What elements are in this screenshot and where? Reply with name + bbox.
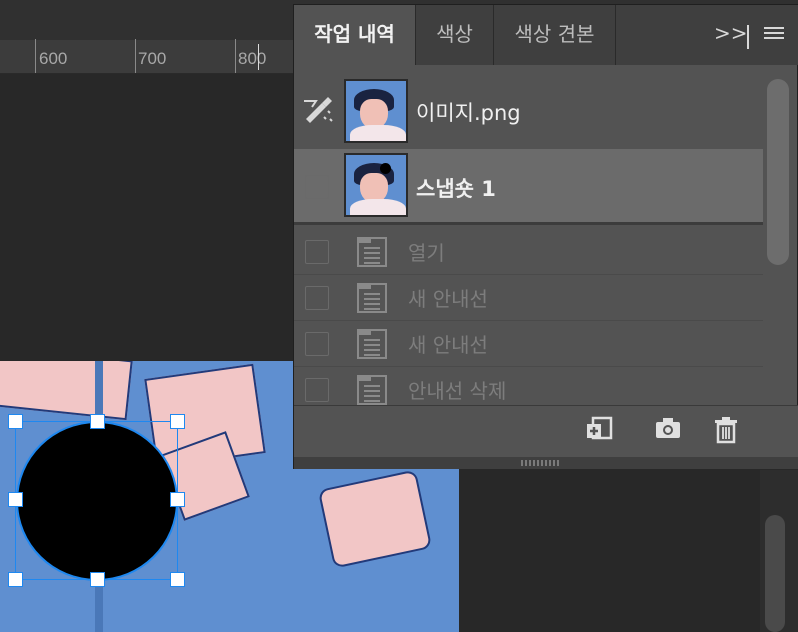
panel-tab-bar: 작업 내역 색상 색상 견본 >> xyxy=(294,5,798,65)
history-state-row[interactable]: 새 안내선 xyxy=(294,275,763,321)
panel-menu-icon[interactable] xyxy=(764,27,784,43)
photoshop-workspace: 600 700 800 작업 내역 색상 색상 견본 >> 이미지.png 스냅… xyxy=(0,0,798,632)
transform-bounding-box xyxy=(15,421,178,580)
snapshot-label: 스냅숏 1 xyxy=(416,177,496,201)
history-state-label: 새 안내선 xyxy=(408,333,488,357)
ruler-label: 700 xyxy=(138,49,167,68)
history-snapshot-row-selected[interactable]: 스냅숏 1 xyxy=(294,149,763,225)
ruler-cursor-marker xyxy=(258,44,259,70)
history-state-label: 새 안내선 xyxy=(408,287,488,311)
tab-swatches[interactable]: 색상 견본 xyxy=(494,5,615,65)
trash-icon[interactable] xyxy=(711,416,741,446)
paper-illustration xyxy=(317,469,433,569)
tab-history[interactable]: 작업 내역 xyxy=(294,5,415,65)
transform-handle-top-left[interactable] xyxy=(8,414,23,429)
snapshot-label: 이미지.png xyxy=(416,101,521,125)
ruler-label: 600 xyxy=(39,49,68,68)
snapshot-thumbnail xyxy=(344,79,408,143)
transform-handle-bottom[interactable] xyxy=(90,572,105,587)
history-state-row[interactable]: 열기 xyxy=(294,229,763,275)
ruler-tick xyxy=(235,39,236,73)
transform-handle-bottom-left[interactable] xyxy=(8,572,23,587)
history-scrollbar-thumb[interactable] xyxy=(767,79,789,265)
camera-icon[interactable] xyxy=(653,416,683,446)
history-source-checkbox[interactable] xyxy=(305,378,329,402)
toolbar-divider xyxy=(747,25,749,49)
history-source-checkbox[interactable] xyxy=(305,332,329,356)
history-state-row[interactable]: 새 안내선 xyxy=(294,321,763,367)
ruler-label: 800 xyxy=(238,49,267,68)
history-state-document-icon xyxy=(357,237,387,267)
history-source-checkbox[interactable] xyxy=(305,240,329,264)
history-state-document-icon xyxy=(357,329,387,359)
ruler-tick xyxy=(35,39,36,73)
history-source-checkbox[interactable] xyxy=(305,175,329,199)
history-state-label: 열기 xyxy=(408,241,445,265)
ruler-tick xyxy=(135,39,136,73)
panel-footer xyxy=(294,405,798,459)
history-brush-icon[interactable] xyxy=(302,95,334,125)
paper-illustration xyxy=(0,361,133,421)
history-source-checkbox[interactable] xyxy=(305,286,329,310)
history-state-document-icon xyxy=(357,375,387,405)
dock-scrollbar[interactable] xyxy=(765,515,785,632)
history-snapshot-row[interactable]: 이미지.png xyxy=(294,73,763,149)
transform-handle-bottom-right[interactable] xyxy=(170,572,185,587)
history-state-document-icon xyxy=(357,283,387,313)
transform-handle-top-right[interactable] xyxy=(170,414,185,429)
tab-divider xyxy=(615,5,616,65)
new-document-from-state-icon[interactable] xyxy=(585,416,615,446)
transform-handle-top[interactable] xyxy=(90,414,105,429)
panel-resize-grip[interactable] xyxy=(294,457,798,469)
snapshot-thumbnail xyxy=(344,153,408,217)
history-state-label: 안내선 삭제 xyxy=(408,379,507,403)
history-panel: 작업 내역 색상 색상 견본 >> 이미지.png 스냅숏 1 열기 새 안내선… xyxy=(293,4,798,469)
transform-handle-right[interactable] xyxy=(170,492,185,507)
tab-color[interactable]: 색상 xyxy=(416,5,493,65)
collapse-panels-icon[interactable]: >> xyxy=(714,21,748,45)
history-state-row[interactable]: 안내선 삭제 xyxy=(294,367,763,405)
transform-handle-left[interactable] xyxy=(8,492,23,507)
